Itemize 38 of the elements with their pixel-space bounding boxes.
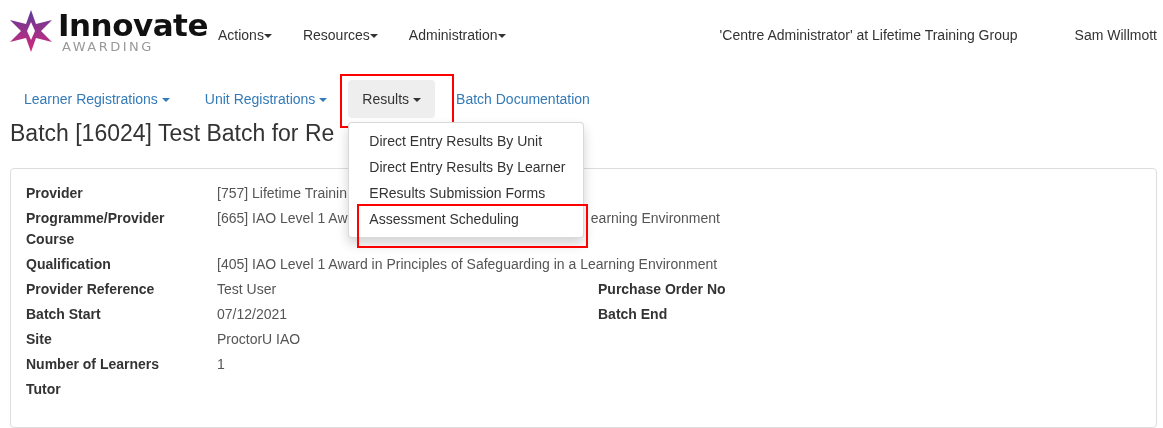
field-value: 07/12/2021 (217, 306, 288, 322)
field-value: [405] IAO Level 1 Award in Principles of Safeguarding in a Learning Environment (217, 255, 718, 274)
field-label: Batch End (598, 305, 669, 324)
menu-item[interactable]: Administration (408, 25, 506, 46)
nav-tab[interactable]: Unit Registrations (190, 80, 342, 118)
menu-item[interactable]: Actions (218, 25, 272, 46)
caret-icon (263, 34, 272, 39)
field-value: [757] Lifetime Trainin (217, 184, 347, 203)
nav-tab[interactable]: Learner Registrations (10, 80, 184, 118)
dropdown-item[interactable]: Assessment Scheduling (349, 206, 584, 232)
field-label: Batch Start (26, 305, 102, 324)
field-label: Purchase Order No (598, 280, 727, 299)
field-label: Provider Reference (26, 280, 156, 299)
dropdown-item[interactable]: EResults Submission Forms (349, 180, 584, 206)
field-value: 1 (217, 355, 225, 374)
field-label: Site (26, 330, 53, 349)
nav-tab[interactable]: Batch Documentation (442, 80, 604, 118)
logo-icon (8, 8, 54, 54)
user-name[interactable]: Sam Willmott (1074, 8, 1157, 46)
field-label: Number of Learners (26, 355, 161, 374)
field-value: Test User (217, 281, 277, 297)
field-label: Provider (26, 184, 84, 203)
field-value: ProctorU IAO (217, 330, 301, 349)
field-label: Tutor (26, 380, 62, 399)
logo-tagline: AWARDING (61, 39, 155, 53)
nav-tab[interactable]: Results (348, 80, 436, 118)
caret-icon (369, 34, 378, 39)
page-title: Batch [16024] Test Batch for Re (10, 120, 335, 146)
field-value: [665] IAO Level 1 Aw (217, 209, 348, 228)
dropdown-item[interactable]: Direct Entry Results By Learner (349, 154, 584, 180)
menu-item[interactable]: Resources (302, 25, 378, 46)
role-text: 'Centre Administrator' at Lifetime Training Group (719, 26, 1018, 45)
field-label: Qualification (26, 255, 112, 274)
logo-text: Innovate (58, 9, 208, 40)
caret-icon (497, 34, 506, 39)
dropdown-item[interactable]: Direct Entry Results By Unit (349, 128, 584, 154)
field-label: Programme/Provider Course (26, 209, 166, 249)
field-value: earning Environment (590, 209, 720, 228)
